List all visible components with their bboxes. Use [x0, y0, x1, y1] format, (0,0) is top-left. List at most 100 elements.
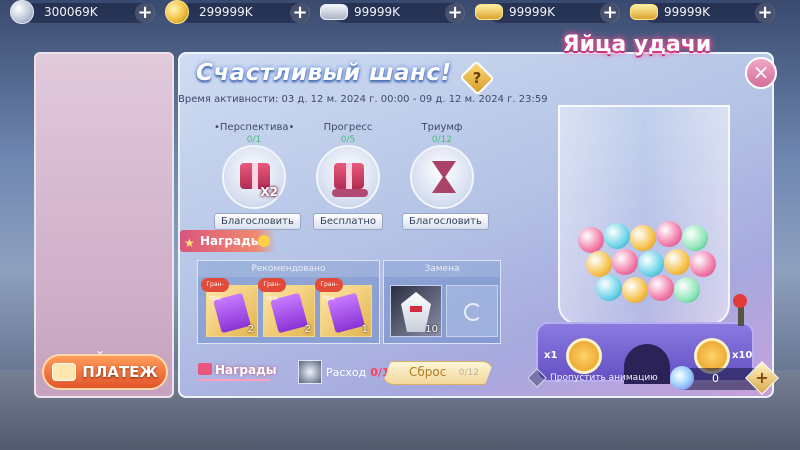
currency-value: 299999K: [199, 5, 253, 19]
crystal-icon: [670, 366, 694, 390]
egg-ball: [674, 277, 700, 303]
item-quantity: 2: [304, 324, 311, 335]
underline: [198, 379, 270, 381]
bless-button[interactable]: Благословить: [214, 213, 301, 230]
add-currency-button[interactable]: +: [445, 3, 465, 23]
reset-button[interactable]: Сброс 0/12: [382, 361, 494, 385]
token-balance: 0 +: [670, 361, 779, 395]
rewards-link[interactable]: Награды: [198, 363, 277, 381]
slot-progress: Прогресс 0/5 Бесплатно: [308, 122, 388, 230]
checkbox[interactable]: [527, 368, 547, 388]
slot-label: Прогресс: [323, 122, 373, 133]
item-quantity: 1: [361, 324, 368, 335]
reset-label: Сброс: [409, 365, 447, 379]
rewards-link-label: Награды: [215, 363, 277, 377]
silver-ingot-icon: [320, 4, 348, 20]
slot-perspective: •Перспектива• 0/1 X2 Благословить: [214, 122, 301, 230]
gift-icon: [198, 363, 212, 375]
currency-gold-ingot: 99999K +: [475, 0, 620, 26]
lucky-eggs-banner: Яйца удачи: [562, 32, 712, 57]
gift-hand-icon[interactable]: [316, 145, 380, 209]
slot-triumph: Триумф 0/12 Благословить: [402, 122, 489, 230]
currency-silver-ingot: 99999K +: [320, 0, 465, 26]
event-title: Счастливый шанс!: [196, 60, 452, 86]
slot-label: •Перспектива•: [214, 122, 295, 133]
grand-prize-badge: Гран-при: [258, 278, 286, 302]
rewards-tag-label: Награды: [200, 234, 262, 248]
egg-ball: [604, 223, 630, 249]
add-currency-button[interactable]: +: [600, 3, 620, 23]
free-button[interactable]: Бесплатно: [312, 213, 384, 230]
gold-coin-icon: [165, 0, 189, 24]
recommended-box: Рекомендовано Гран-при 2 Гран-при 2 Гран…: [197, 260, 380, 344]
grand-prize-badge: Гран-при: [201, 278, 229, 302]
slot-count: 0/1: [246, 135, 262, 145]
add-currency-button[interactable]: +: [135, 3, 155, 23]
egg-machine: Яйца удачи x1 x10: [520, 34, 770, 390]
machine-glass: [558, 105, 730, 325]
pay-button[interactable]: ПЛАТЕЖ: [42, 354, 168, 390]
slot-count: 0/12: [431, 135, 453, 145]
egg-ball: [622, 277, 648, 303]
egg-ball: [578, 227, 604, 253]
silver-coin-icon: [10, 0, 34, 24]
currency-value: 99999K: [354, 5, 401, 19]
hourglass-icon[interactable]: [410, 145, 474, 209]
mech-item[interactable]: 10: [390, 285, 442, 337]
balance-value: 0: [712, 372, 719, 385]
replace-box: Замена 10: [383, 260, 501, 344]
plus-icon: +: [755, 368, 769, 387]
cost-display: Расход 0/1: [298, 360, 390, 384]
joystick-icon: [733, 294, 747, 326]
currency-gold-ingot-2: 99999K +: [630, 0, 775, 26]
egg-ball: [596, 275, 622, 301]
skip-animation-toggle[interactable]: Пропустить анимацию: [527, 368, 658, 388]
gold-ingot-icon: [475, 4, 503, 20]
egg-ball: [586, 251, 612, 277]
currency-value: 300069K: [44, 5, 98, 19]
gift-box-icon[interactable]: X2: [222, 145, 286, 209]
replace-header: Замена: [384, 261, 500, 277]
skip-animation-label: Пропустить анимацию: [550, 372, 658, 383]
bless-button[interactable]: Благословить: [402, 213, 489, 230]
currency-bar: 300069K + 299999K + 99999K + 99999K + 99…: [0, 0, 800, 26]
egg-ball: [630, 225, 656, 251]
x10-label: x10: [732, 350, 753, 361]
item-quantity: 10: [425, 324, 438, 335]
hand-icon: [332, 189, 368, 197]
cost-label: Расход: [326, 365, 367, 379]
slot-count: 0/5: [340, 135, 356, 145]
item-quantity: 2: [247, 324, 254, 335]
currency-gold-coin: 299999K +: [165, 0, 310, 26]
cost-item-icon: [298, 360, 322, 384]
recommended-header: Рекомендовано: [198, 261, 379, 277]
add-currency-button[interactable]: +: [290, 3, 310, 23]
question-icon: ?: [472, 69, 482, 87]
reward-ticket[interactable]: Гран-при 2: [201, 278, 258, 337]
egg-ball: [690, 251, 716, 277]
egg-ball: [638, 251, 664, 277]
reward-ticket[interactable]: Гран-при 2: [258, 278, 315, 337]
draw-x1-button[interactable]: [566, 338, 602, 374]
egg-ball: [612, 249, 638, 275]
gold-ingot-icon: [630, 4, 658, 20]
currency-silver-coin: 300069K +: [10, 0, 155, 26]
egg-ball: [648, 275, 674, 301]
add-currency-button[interactable]: +: [755, 3, 775, 23]
coin-icon: [258, 235, 270, 247]
grand-prize-badge: Гран-при: [315, 278, 343, 302]
egg-ball: [664, 249, 690, 275]
reward-ticket[interactable]: Гран-при 1: [315, 278, 372, 337]
star-icon: ★: [184, 236, 195, 250]
currency-value: 99999K: [509, 5, 556, 19]
multiplier-badge: X2: [260, 185, 278, 199]
x1-label: x1: [544, 350, 558, 361]
rewards-tag: ★ Награды: [180, 230, 276, 252]
gift-icon: [334, 163, 364, 189]
close-button[interactable]: ×: [745, 57, 777, 89]
slot-label: Триумф: [421, 122, 463, 133]
replace-slot[interactable]: [446, 285, 498, 337]
pay-button-label: ПЛАТЕЖ: [82, 363, 158, 381]
reset-count: 0/12: [458, 368, 479, 378]
refresh-icon: [464, 303, 482, 321]
